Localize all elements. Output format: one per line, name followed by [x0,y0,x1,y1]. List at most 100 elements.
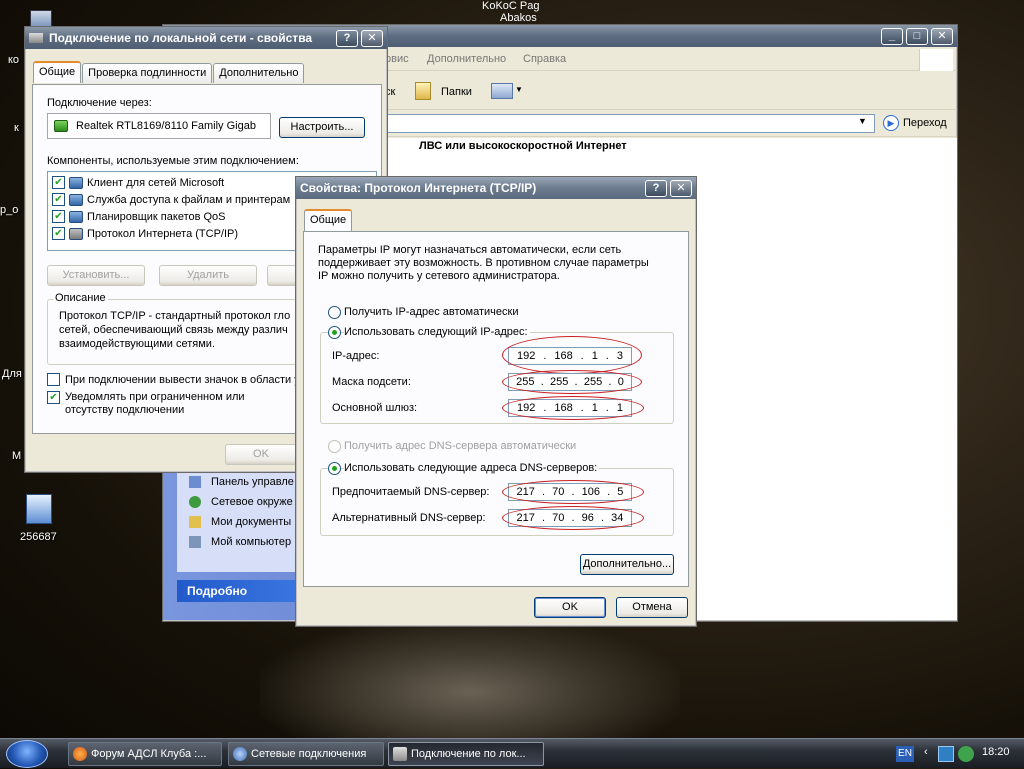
views-icon[interactable] [491,83,513,99]
auto-ip-radio[interactable] [328,306,341,319]
ip-octet: 1 [616,402,623,414]
network-tray-icon[interactable] [938,746,954,762]
help-icon[interactable]: ? [336,29,358,47]
checkbox-checked-icon[interactable]: ✔ [52,227,65,240]
tray-app-icon[interactable] [958,746,974,762]
list-item[interactable]: ✔ Протокол Интернета (TCP/IP) [52,227,238,240]
tab-general[interactable]: Общие [304,209,353,231]
address-dropdown-icon[interactable]: ▼ [858,116,867,126]
lan-ok-button[interactable]: OK [225,444,297,465]
checkbox-checked-icon[interactable]: ✔ [52,210,65,223]
remove-button[interactable]: Удалить [159,265,257,286]
minimize-icon[interactable]: _ [881,27,903,45]
ip-octet: 255 [516,376,535,388]
manual-dns-radio[interactable] [328,462,341,475]
menu-help[interactable]: Справка [523,53,566,65]
list-item[interactable]: ✔ Клиент для сетей Microsoft [52,176,224,189]
desktop-icon-label[interactable]: Для [2,368,22,380]
preferred-dns-input[interactable]: 217. 70. 106. 5 [508,483,632,501]
desktop-icon-label[interactable]: ко [8,54,19,66]
other-places-panel: Панель управле Сетевое окруже Мои докуме… [177,468,301,572]
address-input[interactable] [387,114,875,133]
ip-octet: 1 [591,350,598,362]
desktop-icon-label[interactable]: р_о [0,204,18,216]
toolbar-folders-label[interactable]: Папки [441,86,472,98]
overlay-text-1: KoKoC Pag [482,0,540,12]
configure-button[interactable]: Настроить... [279,117,365,138]
notify-checkbox[interactable]: ✔ [47,391,60,404]
desktop-icon-label[interactable]: М [12,450,21,462]
list-item[interactable]: ✔ Планировщик пакетов QoS [52,210,226,223]
manual-ip-radio[interactable] [328,326,341,339]
gateway-input[interactable]: 192. 168. 1. 1 [508,399,632,417]
link-my-documents[interactable]: Мои документы [211,516,291,528]
ip-octet: 192 [516,402,536,414]
help-icon[interactable]: ? [645,179,667,197]
alternate-dns-label: Альтернативный DNS-сервер: [332,512,486,524]
link-network-places[interactable]: Сетевое окруже [211,496,293,508]
close-icon[interactable]: ✕ [931,27,953,45]
folders-icon[interactable] [415,82,431,100]
alternate-dns-input[interactable]: 217. 70. 96. 34 [508,509,632,527]
tab-authentication[interactable]: Проверка подлинности [82,63,213,83]
tab-general[interactable]: Общие [33,61,82,83]
close-icon[interactable]: ✕ [670,179,692,197]
tab-advanced[interactable]: Дополнительно [213,63,305,83]
details-header[interactable]: Подробно [177,580,301,602]
install-button[interactable]: Установить... [47,265,145,286]
ip-address-input[interactable]: 192. 168. 1. 3 [508,347,632,365]
desktop-icon-label[interactable]: к [14,122,19,134]
adapter-box: Realtek RTL8169/8110 Family Gigab [47,113,271,139]
mask-label: Маска подсети: [332,376,411,388]
network-icon [29,33,43,43]
ip-octet: 5 [617,486,624,498]
manual-dns-label: Использовать следующие адреса DNS-сервер… [344,462,600,474]
subnet-mask-input[interactable]: 255. 255. 255. 0 [508,373,632,391]
protocol-icon [69,227,83,240]
component-label: Протокол Интернета (TCP/IP) [87,227,239,240]
menu-service[interactable]: рвис [385,53,409,65]
intro-line: поддерживает эту возможность. В противно… [318,257,649,269]
task-lan-properties[interactable]: Подключение по лок... [388,742,544,766]
language-indicator[interactable]: EN [896,746,914,762]
tcpip-tabs: Общие [304,209,353,231]
go-arrow-icon[interactable]: ▶ [883,115,899,131]
windows-logo-icon [919,49,953,71]
close-icon[interactable]: ✕ [361,29,383,47]
views-dropdown-icon[interactable]: ▼ [515,85,523,94]
menu-advanced[interactable]: Дополнительно [427,53,506,65]
documents-icon [189,516,201,528]
start-button[interactable] [6,740,48,768]
tcpip-titlebar[interactable]: Свойства: Протокол Интернета (TCP/IP) ? … [296,177,696,199]
gateway-label: Основной шлюз: [332,402,418,414]
maximize-icon[interactable]: □ [906,27,928,45]
lan-titlebar[interactable]: Подключение по локальной сети - свойства… [25,27,387,49]
go-button[interactable]: Переход [903,117,947,129]
task-network-connections[interactable]: Сетевые подключения [228,742,384,766]
list-item[interactable]: ✔ Служба доступа к файлам и принтерам [52,193,290,206]
desktop-icon-label[interactable]: 256687 [20,531,57,543]
tcpip-general-panel: Параметры IP могут назначаться автоматич… [303,231,689,587]
ip-octet: 96 [581,512,594,524]
link-my-computer[interactable]: Мой компьютер [211,536,291,548]
connect-via-label: Подключение через: [47,97,152,109]
description-title: Описание [53,292,108,304]
show-icon-label: При подключении вывести значок в области… [65,374,295,386]
intro-line: IP можно получить у сетевого администрат… [318,270,560,282]
advanced-button[interactable]: Дополнительно... [580,554,674,575]
task-label: Подключение по лок... [411,748,526,760]
document-icon[interactable] [26,494,52,524]
overlay-text-2: Abakos [500,12,537,24]
auto-dns-radio[interactable] [328,440,341,453]
link-control-panel[interactable]: Панель управле [211,476,294,488]
task-firefox[interactable]: Форум АДСЛ Клуба :... [68,742,222,766]
chevron-left-icon[interactable]: ‹ [924,746,928,758]
tcpip-ok-button[interactable]: OK [534,597,606,618]
checkbox-checked-icon[interactable]: ✔ [52,193,65,206]
adapter-icon [54,120,68,132]
taskbar: Форум АДСЛ Клуба :... Сетевые подключени… [0,738,1024,768]
manual-ip-label: Использовать следующий IP-адрес: [344,326,530,338]
checkbox-checked-icon[interactable]: ✔ [52,176,65,189]
tcpip-cancel-button[interactable]: Отмена [616,597,688,618]
show-icon-checkbox[interactable] [47,373,60,386]
